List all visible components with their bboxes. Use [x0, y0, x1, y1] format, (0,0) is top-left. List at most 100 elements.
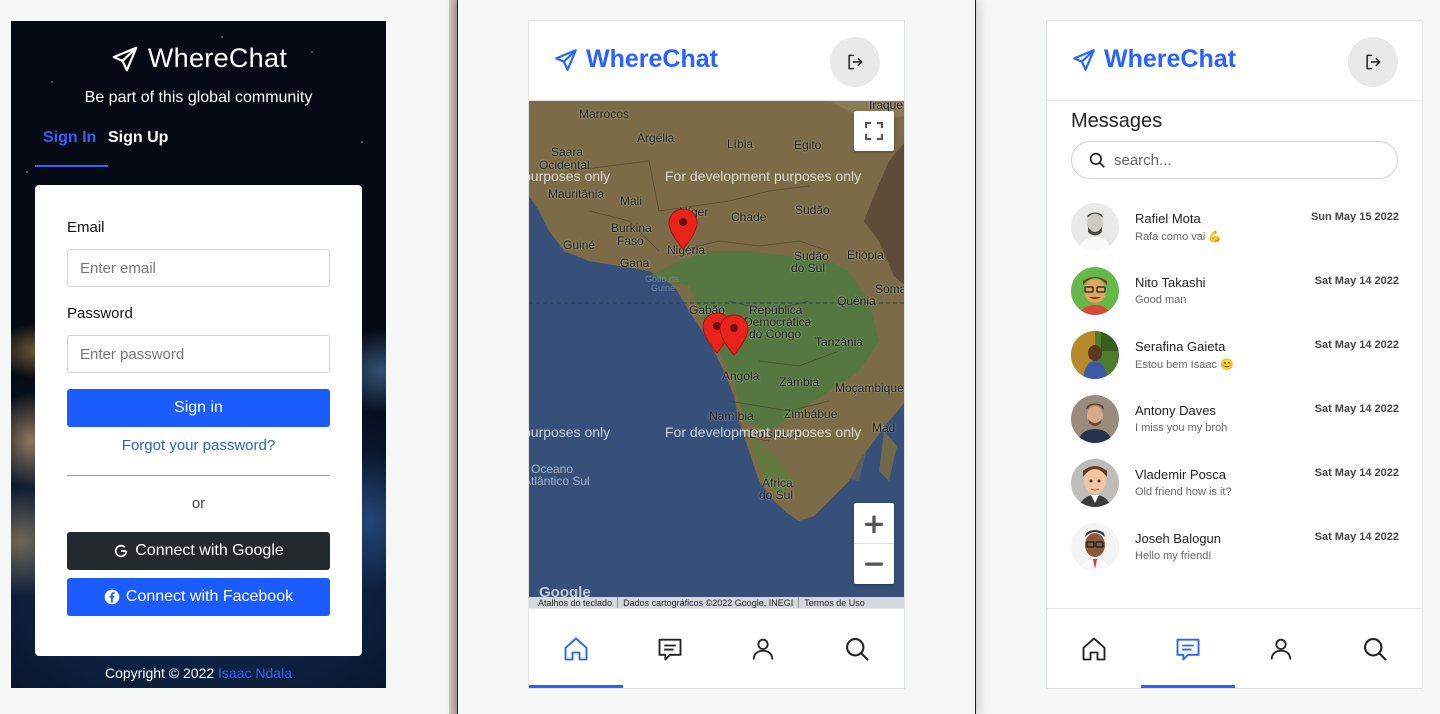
map-marker[interactable] — [668, 208, 698, 250]
star — [221, 36, 223, 38]
logout-button[interactable] — [1348, 37, 1398, 87]
dev-watermark: purposes only — [529, 424, 611, 440]
search-input[interactable] — [1114, 151, 1364, 169]
paper-plane-icon — [1073, 48, 1095, 71]
paper-plane-icon — [112, 46, 138, 71]
map-label: Líbia — [727, 137, 754, 151]
zoom-out-button[interactable]: − — [854, 544, 894, 584]
nav-profile[interactable] — [717, 609, 811, 688]
map-label: Zimbábue — [784, 407, 838, 421]
header-brand: WhereChat — [553, 45, 718, 74]
messages-title: Messages — [1071, 110, 1163, 132]
nav-search[interactable] — [810, 609, 904, 688]
star — [26, 171, 28, 173]
nav-search[interactable] — [1328, 609, 1422, 688]
brand-title: WhereChat — [147, 43, 288, 73]
nav-profile[interactable] — [1235, 609, 1329, 688]
tagline: Be part of this global community — [84, 89, 313, 106]
zoom-in-button[interactable]: + — [854, 504, 894, 544]
chat-item[interactable]: Serafina Gaieta Estou bem Isaac 😊 Sat Ma… — [1071, 331, 1399, 395]
messages-header: WhereChat — [1047, 21, 1422, 101]
chat-name: Rafiel Mota — [1135, 211, 1201, 226]
home-icon — [1082, 637, 1106, 660]
messages-screen: WhereChat Messages Rafiel Mota Rafa como… — [1046, 20, 1423, 689]
map-label: Burkina — [611, 221, 652, 235]
brand-title: WhereChat — [1104, 45, 1236, 73]
chat-item[interactable]: Vlademir Posca Old friend how is it? Sat… — [1071, 459, 1399, 523]
nav-chats[interactable] — [623, 609, 717, 688]
map-label: Argélia — [637, 131, 675, 145]
logout-button[interactable] — [830, 37, 880, 87]
star — [51, 81, 53, 83]
map-label: Saara — [551, 145, 584, 159]
search-icon — [846, 637, 869, 661]
world-map[interactable]: Marrocos Argélia Líbia Egito Iraque Saar… — [529, 101, 904, 609]
chat-date: Sun May 15 2022 — [1310, 211, 1399, 223]
chat-preview: Old friend how is it? — [1135, 486, 1232, 498]
map-marker[interactable] — [719, 314, 749, 356]
map-label: Sudão — [795, 203, 830, 217]
paper-plane-icon — [555, 48, 577, 71]
nav-home[interactable] — [529, 609, 623, 688]
login-card: Email Password Sign in Forgot your passw… — [35, 185, 362, 656]
dev-watermark: For development purposes only — [665, 424, 862, 440]
map-label: Etiópia — [847, 248, 884, 262]
map-label: Moçambique — [835, 381, 904, 395]
user-icon — [753, 638, 774, 660]
header-brand: WhereChat — [1071, 45, 1236, 74]
chat-item[interactable]: Joseh Balogun Hello my friend! Sat May 1… — [1071, 523, 1399, 587]
fullscreen-button[interactable] — [854, 111, 894, 151]
facebook-connect-button[interactable]: Connect with Facebook — [67, 578, 330, 616]
avatar — [1071, 267, 1119, 315]
login-screen: WhereChat Be part of this global communi… — [11, 21, 386, 688]
facebook-icon — [104, 589, 120, 605]
avatar — [1071, 203, 1119, 251]
frame-edge — [449, 0, 457, 714]
google-connect-button[interactable]: Connect with Google — [67, 532, 330, 570]
dev-watermark: purposes only — [529, 168, 611, 184]
chat-preview: Good man — [1135, 294, 1187, 306]
login-brand: WhereChat — [11, 43, 386, 74]
chat-item[interactable]: Nito Takashi Good man Sat May 14 2022 — [1071, 267, 1399, 331]
chat-date: Sat May 14 2022 — [1314, 275, 1399, 287]
chat-preview: I miss you my broh — [1135, 422, 1228, 434]
nav-home[interactable] — [1047, 609, 1141, 688]
google-button-label: Connect with Google — [135, 542, 284, 559]
bottom-nav — [1047, 608, 1422, 688]
email-field[interactable] — [67, 249, 330, 287]
forgot-password-link[interactable]: Forgot your password? — [35, 437, 362, 454]
password-field[interactable] — [67, 335, 330, 373]
author-link[interactable]: Isaac Ndala — [218, 665, 292, 681]
chat-date: Sat May 14 2022 — [1314, 403, 1399, 415]
map-label: Quênia — [837, 294, 876, 308]
map-label: do Congo — [749, 327, 802, 341]
map-label: Faso — [617, 234, 644, 248]
chat-item[interactable]: Rafiel Mota Rafa como vai 💪 Sun May 15 2… — [1071, 203, 1399, 267]
avatar — [1071, 331, 1119, 379]
copyright-text: Copyright © 2022 — [105, 665, 219, 681]
chat-name: Nito Takashi — [1135, 275, 1206, 290]
map-label: do Sul — [759, 488, 794, 502]
tab-sign-in[interactable]: Sign In — [35, 129, 108, 167]
nav-chats[interactable] — [1140, 609, 1235, 688]
chat-name: Antony Daves — [1135, 403, 1216, 418]
chat-item[interactable]: Antony Daves I miss you my broh Sat May … — [1071, 395, 1399, 459]
tab-sign-up[interactable]: Sign Up — [108, 129, 176, 167]
or-text: or — [191, 495, 206, 512]
chat-preview: Hello my friend! — [1135, 550, 1212, 562]
password-label: Password — [67, 305, 133, 322]
auth-tabs: Sign In Sign Up — [35, 129, 176, 167]
map-label: Tanzânia — [815, 335, 864, 349]
chat-list: Rafiel Mota Rafa como vai 💪 Sun May 15 2… — [1071, 203, 1399, 587]
brand-title: WhereChat — [586, 45, 718, 73]
copyright: Copyright © 2022 Isaac Ndala — [11, 665, 386, 681]
map-label: Angola — [722, 369, 760, 383]
home-icon — [564, 637, 588, 660]
search-box[interactable] — [1071, 141, 1398, 179]
map-header: WhereChat — [529, 21, 904, 101]
chat-icon — [658, 638, 682, 660]
search-icon — [1089, 152, 1105, 168]
map-label: Namíbia — [709, 409, 754, 423]
chat-date: Sat May 14 2022 — [1314, 467, 1399, 479]
signin-button[interactable]: Sign in — [67, 389, 330, 427]
